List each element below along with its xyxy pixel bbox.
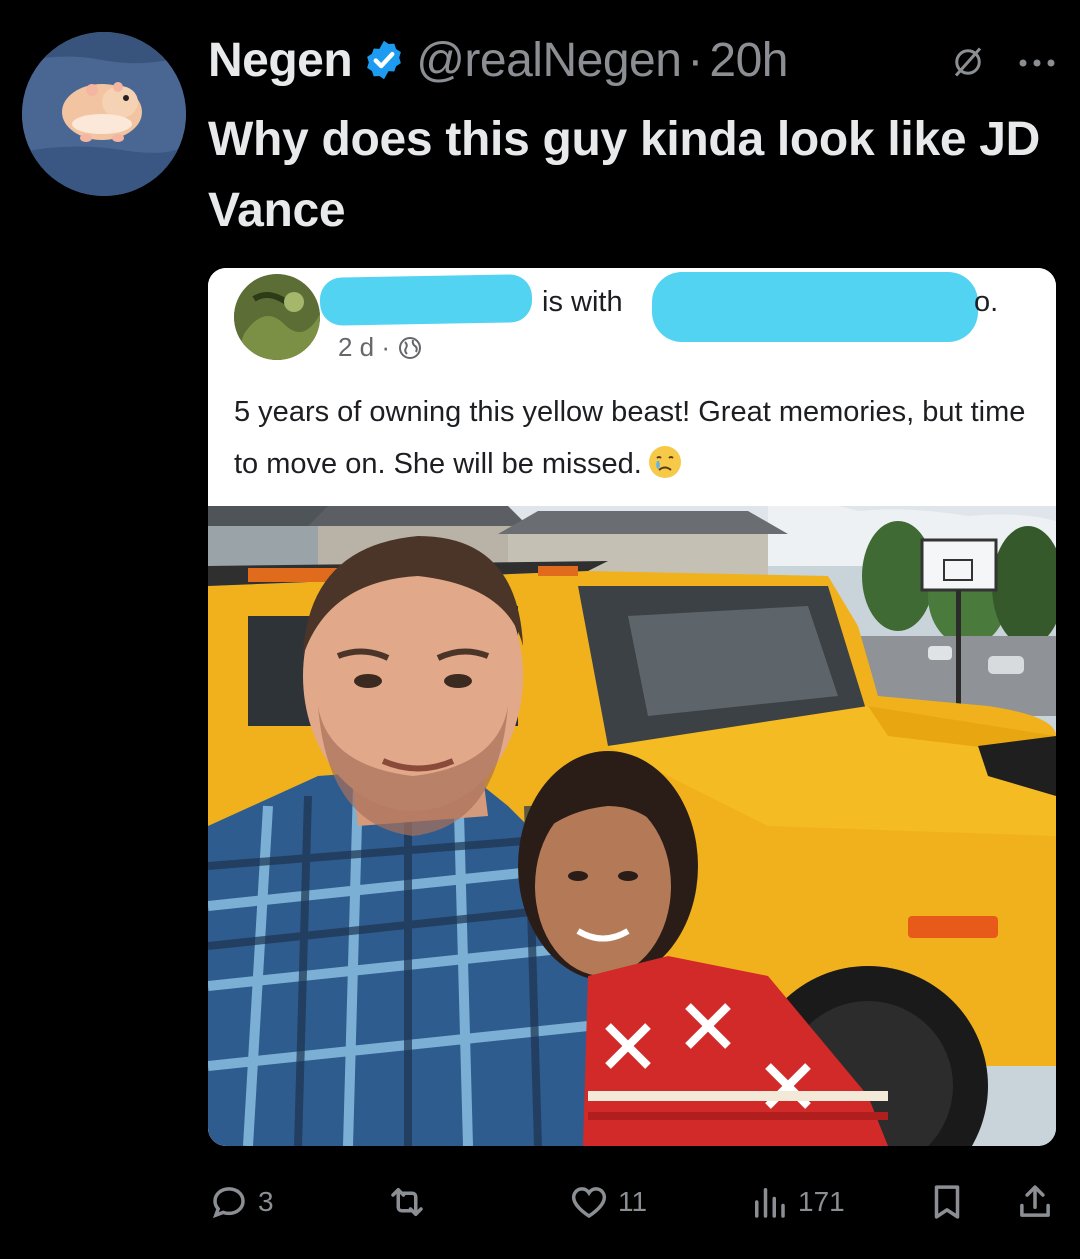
like-button[interactable]: 11 <box>568 1170 647 1234</box>
like-count: 11 <box>618 1186 648 1217</box>
tagged-name-tail: o. <box>974 286 999 318</box>
fb-post-time: 2 d · <box>338 332 391 362</box>
reply-icon <box>212 1187 245 1219</box>
repost-button[interactable] <box>386 1170 436 1234</box>
author-name[interactable]: Negen <box>208 33 353 88</box>
views-icon <box>755 1188 785 1218</box>
redacted-name <box>319 274 533 326</box>
more-icon[interactable] <box>1018 56 1056 70</box>
bookmark-button[interactable] <box>926 1170 968 1234</box>
views-button[interactable]: 171 <box>748 1170 845 1234</box>
verified-badge-icon <box>367 40 402 80</box>
fb-caption: 5 years of owning this yellow beast! Gre… <box>234 386 1044 490</box>
separator-dot: · <box>687 33 704 87</box>
tweet-actions: 3 11 171 <box>0 1170 1080 1234</box>
bookmark-icon <box>934 1185 960 1219</box>
share-icon <box>1020 1185 1050 1217</box>
fb-avatar <box>234 274 320 360</box>
tweet-media[interactable]: is with o. 2 d · 5 years of owning this … <box>208 268 1056 1146</box>
facebook-post-screenshot: is with o. 2 d · 5 years of owning this … <box>208 268 1056 506</box>
tweet-time[interactable]: 20h <box>709 33 788 88</box>
grok-icon[interactable] <box>950 44 986 80</box>
photo-man-woman-yellow-hummer <box>208 506 1056 1146</box>
author-handle[interactable]: @realNegen <box>416 33 682 88</box>
like-icon <box>571 1187 607 1219</box>
crying-face-icon <box>648 446 681 478</box>
fb-post-meta: 2 d · <box>338 332 422 363</box>
redacted-tagged-name <box>652 272 978 342</box>
fb-caption-text: 5 years of owning this yellow beast! Gre… <box>234 396 1026 480</box>
share-button[interactable] <box>1014 1170 1056 1234</box>
tweet-text: Why does this guy kinda look like JD Van… <box>208 113 1041 237</box>
reply-count: 3 <box>258 1186 274 1217</box>
globe-icon <box>399 336 422 359</box>
author-avatar[interactable] <box>22 32 186 196</box>
tweet-header: Negen @realNegen · 20h <box>208 30 788 90</box>
repost-icon <box>391 1188 423 1216</box>
views-count: 171 <box>798 1186 845 1217</box>
reply-button[interactable]: 3 <box>208 1170 274 1234</box>
is-with-text: is with <box>542 286 623 318</box>
